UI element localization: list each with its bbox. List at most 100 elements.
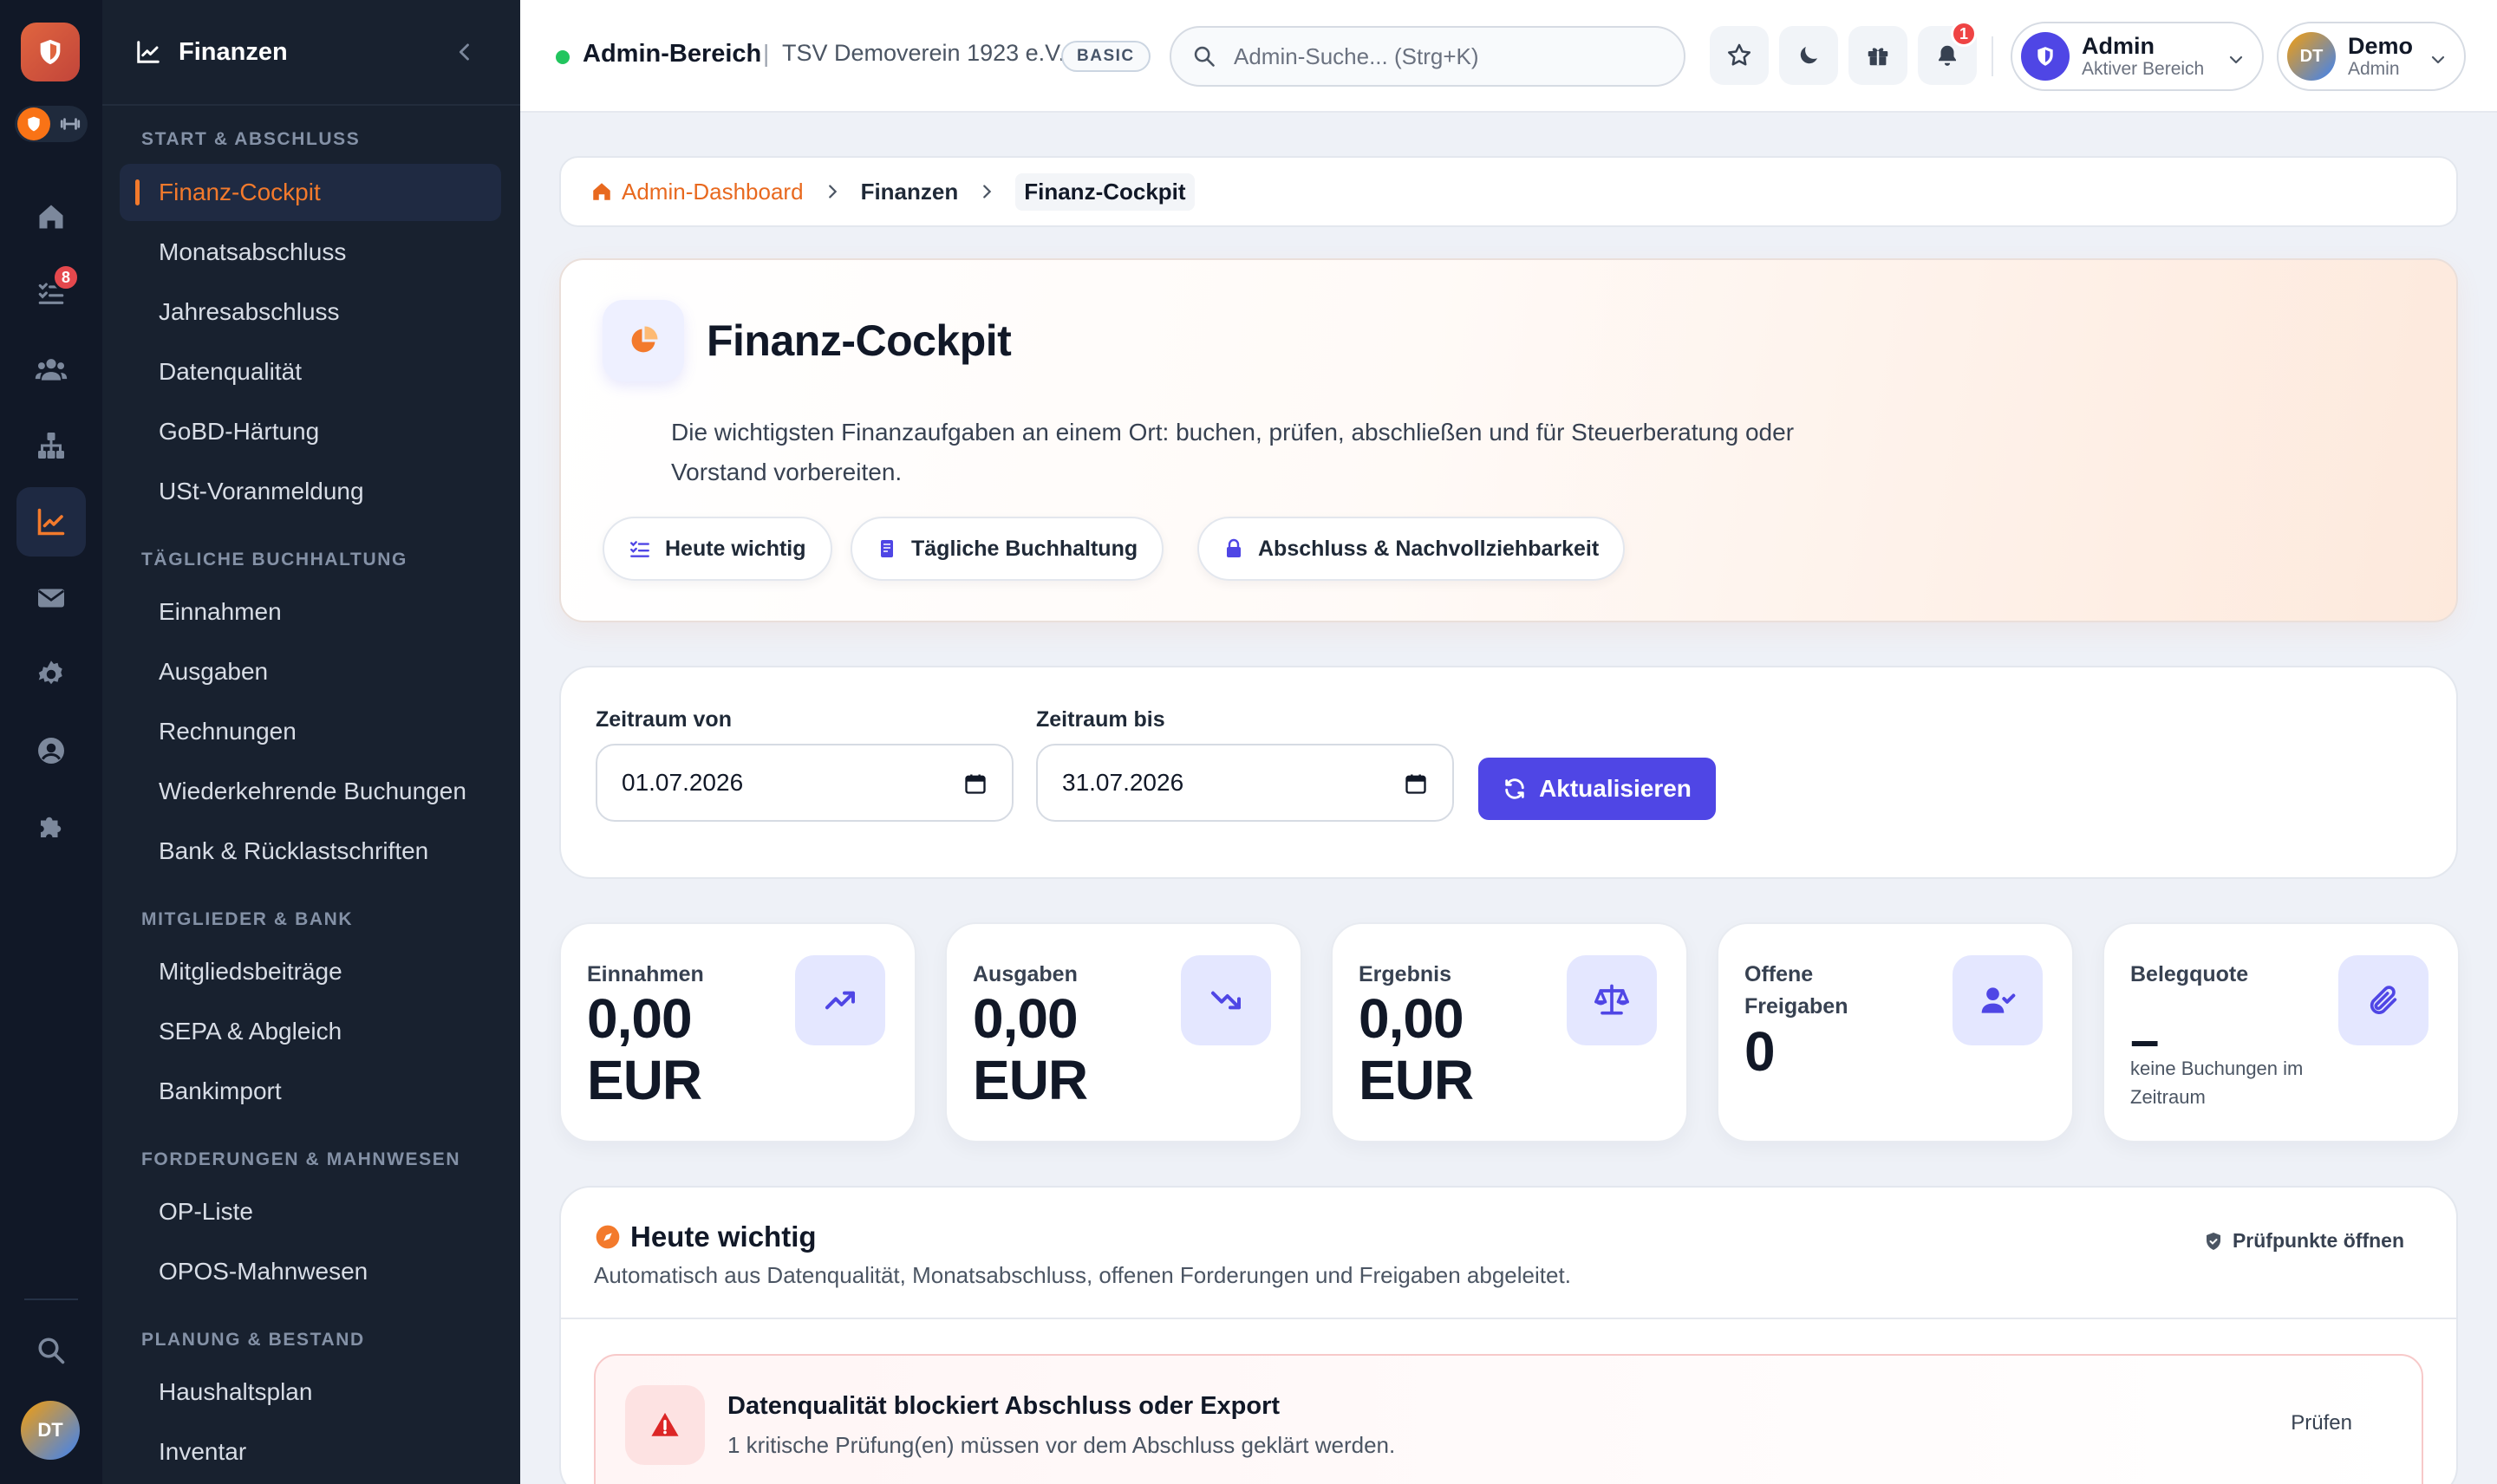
- chevron-down-icon: [2229, 55, 2243, 64]
- sidebar-header: Finanzen: [102, 0, 520, 106]
- pie-chart-icon: [603, 300, 684, 381]
- rail-organization[interactable]: [16, 411, 86, 480]
- kpi-label: Offene Freigaben: [1744, 962, 1848, 1019]
- sidebar-item-op-liste[interactable]: OP-Liste: [120, 1183, 501, 1240]
- jump-heute-wichtig-button[interactable]: Heute wichtig: [603, 517, 832, 581]
- to-label: Zeitraum bis: [1036, 707, 1165, 732]
- search-input[interactable]: [1234, 42, 1650, 70]
- sidebar-item-rechnungen[interactable]: Rechnungen: [120, 703, 501, 760]
- breadcrumb-home[interactable]: Admin-Dashboard: [590, 179, 804, 205]
- sidebar-item-inventar[interactable]: Inventar: [120, 1423, 501, 1481]
- from-date-input[interactable]: 01.07.2026: [596, 744, 1014, 822]
- plan-badge: BASIC: [1061, 41, 1151, 72]
- paperclip-icon: [2338, 955, 2429, 1045]
- news-button[interactable]: [1848, 26, 1907, 85]
- chart-line-icon: [137, 41, 160, 63]
- sidebar-item-ausgaben[interactable]: Ausgaben: [120, 643, 501, 700]
- gift-icon: [1868, 48, 1888, 66]
- shield-icon: [17, 107, 50, 140]
- rail-members[interactable]: [16, 335, 86, 404]
- today-panel: Heute wichtig Automatisch aus Datenquali…: [559, 1186, 2458, 1484]
- area-switch[interactable]: [15, 106, 88, 142]
- sidebar-item-datenqualitaet[interactable]: Datenqualität: [120, 343, 501, 400]
- calendar-icon: [1405, 774, 1426, 794]
- avatar[interactable]: DT: [21, 1401, 80, 1460]
- from-label: Zeitraum von: [596, 707, 732, 732]
- breadcrumb-section[interactable]: Finanzen: [861, 179, 959, 205]
- refresh-icon: [1505, 778, 1524, 799]
- rail-plugins[interactable]: [16, 792, 86, 862]
- jump-heute-wichtig-label: Heute wichtig: [665, 536, 806, 561]
- icon-rail: 8 DT: [0, 0, 102, 1484]
- sidebar-item-mitgliedsbeitraege[interactable]: Mitgliedsbeiträge: [120, 943, 501, 1000]
- sidebar-item-haushaltsplan[interactable]: Haushaltsplan: [120, 1364, 501, 1421]
- rail-profile[interactable]: [16, 716, 86, 785]
- chevron-left-icon: [459, 43, 469, 61]
- gear-icon: [38, 661, 62, 685]
- check-button[interactable]: Prüfen: [2291, 1411, 2352, 1435]
- book-icon: [881, 540, 893, 557]
- search-icon: [1194, 46, 1215, 67]
- user-avatar: DT: [2287, 32, 2336, 81]
- sidebar-item-bank[interactable]: Bank & Rücklastschriften: [120, 823, 501, 880]
- sidebar-section-planung: PLANUNG & BESTAND: [141, 1330, 365, 1350]
- sidebar-item-opos[interactable]: OPOS-Mahnwesen: [120, 1243, 501, 1300]
- sidebar-collapse-button[interactable]: [453, 40, 477, 64]
- kpi-value: 0,00 EUR: [973, 987, 1088, 1111]
- chevron-right-icon: [828, 185, 837, 199]
- topbar: Admin-Bereich | TSV Demoverein 1923 e.V.…: [520, 0, 2497, 113]
- breadcrumb-current: Finanz-Cockpit: [1015, 172, 1195, 211]
- divider: [561, 1318, 2456, 1319]
- user-circle-icon: [38, 738, 64, 764]
- page-description: Die wichtigsten Finanzaufgaben an einem …: [671, 419, 1795, 485]
- kpi-label: Ergebnis: [1359, 962, 1451, 986]
- jump-abschluss-button[interactable]: Abschluss & Nachvollziehbarkeit: [1197, 517, 1626, 581]
- rail-home[interactable]: [16, 182, 86, 251]
- dumbbell-icon: [60, 118, 81, 130]
- user-check-icon: [1953, 955, 2043, 1045]
- rail-messages[interactable]: [16, 563, 86, 633]
- kpi-value: 0: [1744, 1020, 1776, 1083]
- sidebar-item-gobd[interactable]: GoBD-Härtung: [120, 403, 501, 460]
- sidebar-item-monatsabschluss[interactable]: Monatsabschluss: [120, 224, 501, 281]
- sidebar-item-ust[interactable]: USt-Voranmeldung: [120, 463, 501, 520]
- app-logo[interactable]: [21, 23, 80, 81]
- favorites-button[interactable]: [1710, 26, 1769, 85]
- from-date-value: 01.07.2026: [622, 769, 744, 796]
- search-icon: [38, 1338, 65, 1364]
- kpi-ausgaben: Ausgaben 0,00 EUR: [945, 922, 1302, 1142]
- refresh-label: Aktualisieren: [1539, 775, 1692, 802]
- kpi-offene-freigaben: Offene Freigaben 0: [1717, 922, 2074, 1142]
- theme-toggle-button[interactable]: [1779, 26, 1838, 85]
- warning-icon: [625, 1385, 705, 1465]
- to-date-input[interactable]: 31.07.2026: [1036, 744, 1454, 822]
- refresh-button[interactable]: Aktualisieren: [1478, 758, 1716, 820]
- search-box[interactable]: [1170, 26, 1685, 87]
- user-role: Admin: [2348, 59, 2400, 79]
- rail-finance[interactable]: [16, 487, 86, 556]
- sidebar-item-finanz-cockpit[interactable]: Finanz-Cockpit: [120, 164, 501, 221]
- sidebar-item-einnahmen[interactable]: Einnahmen: [120, 583, 501, 641]
- user-menu[interactable]: DT Demo Admin: [2277, 22, 2466, 91]
- open-checkpoints-link[interactable]: Prüfpunkte öffnen: [2203, 1229, 2404, 1253]
- role-switcher[interactable]: Admin Aktiver Bereich: [2011, 22, 2264, 91]
- rail-search[interactable]: [16, 1316, 86, 1385]
- today-title: Heute wichtig: [630, 1220, 817, 1253]
- sidebar: Finanzen START & ABSCHLUSS Finanz-Cockpi…: [102, 0, 520, 1484]
- scale-icon: [1567, 955, 1657, 1045]
- sidebar-item-wiederkehrend[interactable]: Wiederkehrende Buchungen: [120, 763, 501, 820]
- jump-taegliche-buchhaltung-label: Tägliche Buchhaltung: [911, 536, 1138, 561]
- sidebar-item-bankimport[interactable]: Bankimport: [120, 1063, 501, 1120]
- sidebar-item-sepa[interactable]: SEPA & Abgleich: [120, 1003, 501, 1060]
- rail-settings[interactable]: [16, 640, 86, 709]
- home-icon: [39, 205, 63, 229]
- alert-subtitle: 1 kritische Prüfung(en) müssen vor dem A…: [727, 1432, 1396, 1458]
- kpi-label: Belegquote: [2130, 962, 2249, 986]
- kpi-ergebnis: Ergebnis 0,00 EUR: [1331, 922, 1688, 1142]
- sidebar-item-jahresabschluss[interactable]: Jahresabschluss: [120, 283, 501, 341]
- rail-divider: [24, 1298, 78, 1300]
- jump-abschluss-label: Abschluss & Nachvollziehbarkeit: [1258, 536, 1600, 561]
- jump-taegliche-buchhaltung-button[interactable]: Tägliche Buchhaltung: [851, 517, 1164, 581]
- lock-icon: [1227, 538, 1241, 557]
- sitemap-icon: [38, 433, 64, 459]
